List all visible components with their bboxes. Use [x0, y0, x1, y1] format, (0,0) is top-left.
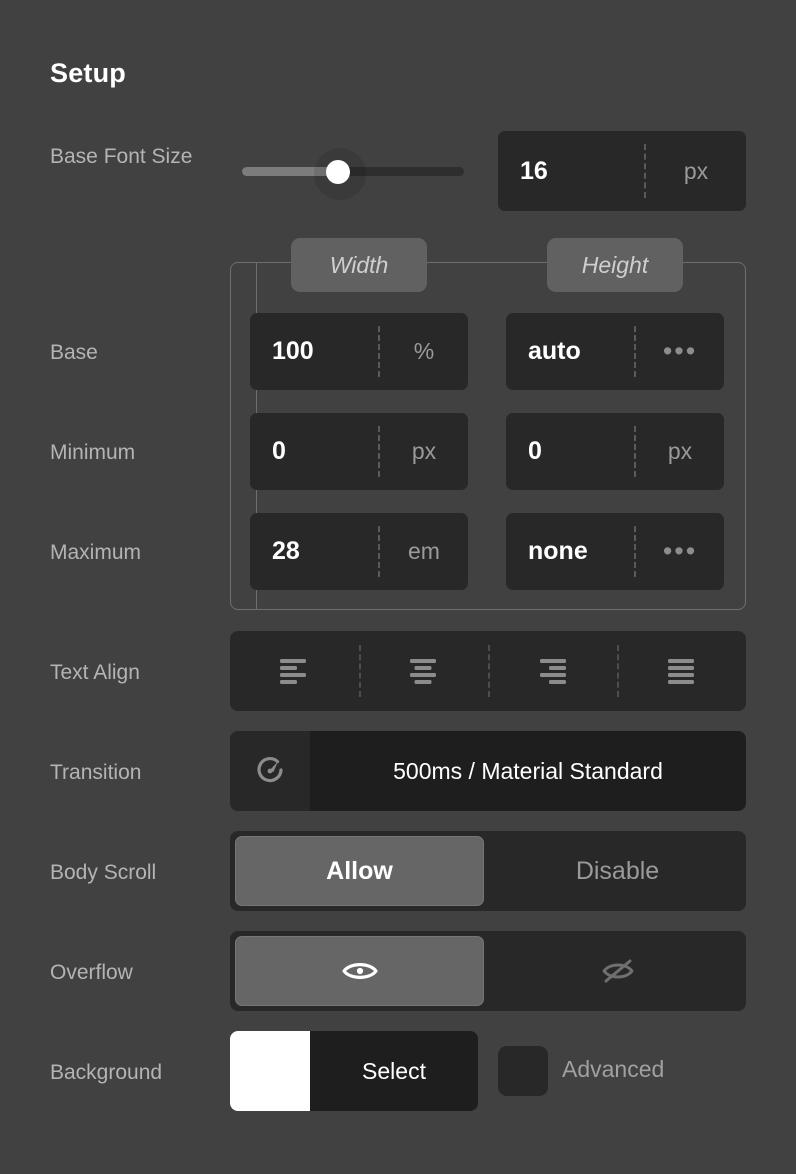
- body-scroll-segmented-control: Allow Disable: [230, 831, 746, 911]
- text-align-option-right[interactable]: [488, 631, 617, 711]
- minimum-height-unit[interactable]: px: [636, 438, 724, 465]
- advanced-label[interactable]: Advanced: [562, 1056, 664, 1083]
- body-scroll-option-disable[interactable]: Disable: [494, 836, 741, 906]
- maximum-width-value[interactable]: 28: [250, 537, 378, 566]
- label-maximum: Maximum: [50, 541, 142, 564]
- maximum-width-unit[interactable]: em: [380, 538, 468, 565]
- background-select-label[interactable]: Select: [310, 1031, 478, 1111]
- base-width-unit[interactable]: %: [380, 338, 468, 365]
- maximum-height-field[interactable]: none •••: [506, 513, 724, 590]
- minimum-width-unit[interactable]: px: [380, 438, 468, 465]
- legend-width: Width: [291, 238, 427, 292]
- text-align-option-left[interactable]: [230, 631, 359, 711]
- base-width-value[interactable]: 100: [250, 337, 378, 366]
- eye-icon: [341, 963, 378, 979]
- background-color-swatch[interactable]: [230, 1031, 310, 1111]
- speedometer-icon: [257, 756, 283, 783]
- maximum-height-value[interactable]: none: [506, 537, 634, 566]
- minimum-width-field[interactable]: 0 px: [250, 413, 468, 490]
- transition-icon-button[interactable]: [230, 731, 310, 811]
- base-height-field[interactable]: auto •••: [506, 313, 724, 390]
- label-minimum: Minimum: [50, 441, 136, 464]
- label-base-font-size: Base Font Size: [50, 145, 193, 168]
- align-left-icon: [279, 659, 306, 684]
- maximum-width-field[interactable]: 28 em: [250, 513, 468, 590]
- overflow-option-hidden[interactable]: [494, 936, 741, 1006]
- transition-value[interactable]: 500ms / Material Standard: [310, 731, 746, 811]
- base-height-unit-menu-icon[interactable]: •••: [636, 338, 724, 365]
- align-center-icon: [409, 659, 436, 684]
- base-font-size-value[interactable]: 16: [498, 157, 644, 186]
- minimum-height-value[interactable]: 0: [506, 437, 634, 466]
- overflow-option-visible[interactable]: [235, 936, 484, 1006]
- maximum-height-unit-menu-icon[interactable]: •••: [636, 538, 724, 565]
- base-height-value[interactable]: auto: [506, 337, 634, 366]
- eye-off-icon: [602, 959, 633, 983]
- label-overflow: Overflow: [50, 961, 133, 984]
- legend-height: Height: [547, 238, 683, 292]
- align-right-icon: [539, 659, 566, 684]
- label-base: Base: [50, 341, 98, 364]
- base-width-field[interactable]: 100 %: [250, 313, 468, 390]
- text-align-option-justify[interactable]: [617, 631, 746, 711]
- label-transition: Transition: [50, 761, 142, 784]
- label-text-align: Text Align: [50, 661, 140, 684]
- label-background: Background: [50, 1061, 163, 1084]
- background-select-button[interactable]: Select: [230, 1031, 478, 1111]
- overflow-segmented-control: [230, 931, 746, 1011]
- base-font-size-slider[interactable]: [242, 148, 464, 200]
- slider-thumb[interactable]: [326, 160, 350, 184]
- base-font-size-unit[interactable]: px: [646, 158, 746, 185]
- advanced-checkbox[interactable]: [498, 1046, 548, 1096]
- minimum-height-field[interactable]: 0 px: [506, 413, 724, 490]
- text-align-segmented-control: [230, 631, 746, 711]
- minimum-width-value[interactable]: 0: [250, 437, 378, 466]
- body-scroll-option-allow[interactable]: Allow: [235, 836, 484, 906]
- transition-control[interactable]: 500ms / Material Standard: [230, 731, 746, 811]
- base-font-size-field[interactable]: 16 px: [498, 131, 746, 211]
- text-align-option-center[interactable]: [359, 631, 488, 711]
- page-title: Setup: [50, 58, 127, 88]
- label-body-scroll: Body Scroll: [50, 861, 157, 884]
- setup-panel: Setup Base Font Size 16 px Width Height …: [0, 0, 796, 1174]
- align-justify-icon: [667, 659, 694, 684]
